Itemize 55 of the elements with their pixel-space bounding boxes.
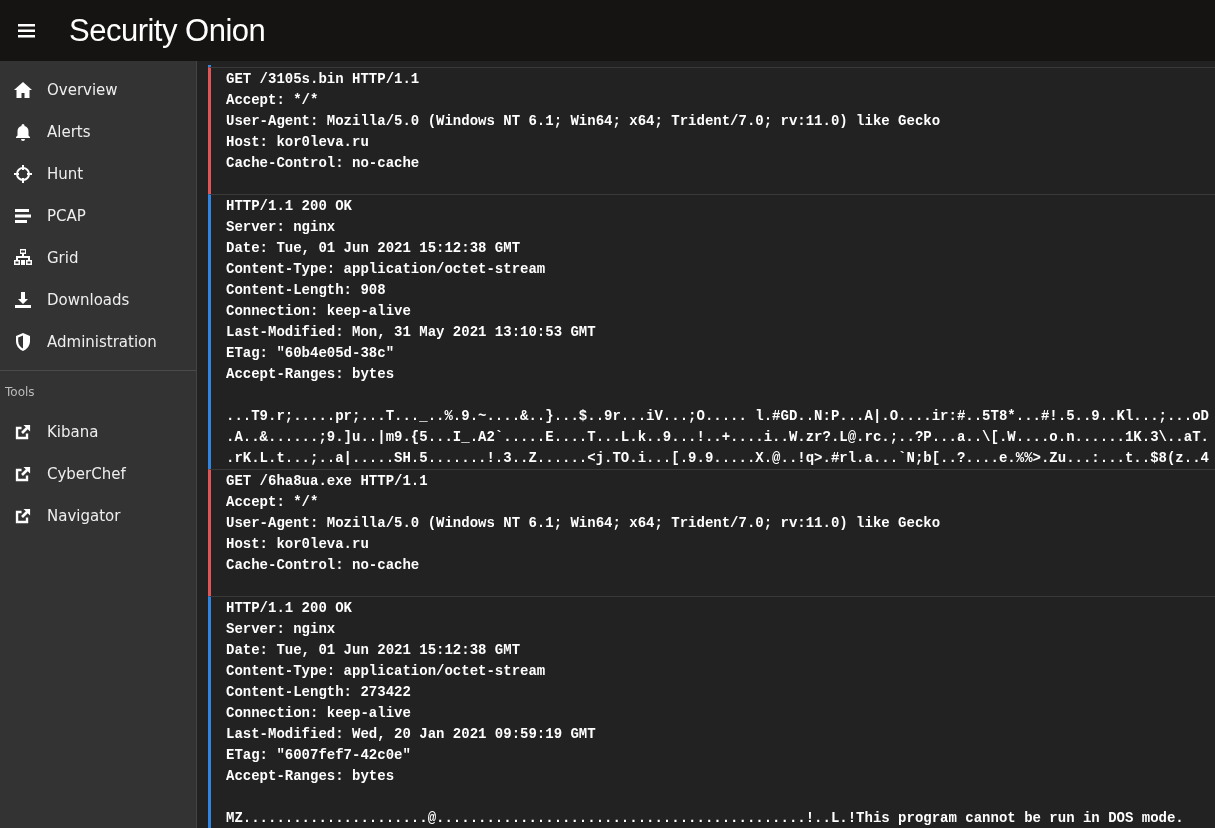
header-line: Accept: */* [226,493,319,512]
payload-line: MZ......................@............................................!..L.!This program cannot be run in DOS mode. [226,809,1184,828]
header-line: HTTP/1.1 200 OK [226,599,353,618]
header-line: Accept-Ranges: bytes [226,767,395,786]
header-line: GET /3105s.bin HTTP/1.1 [226,70,420,89]
header-line: Server: nginx [226,218,336,237]
header-line: Last-Modified: Wed, 20 Jan 2021 09:59:19 GMT [226,725,596,744]
nav-item[interactable]: Administration [0,321,196,363]
shield-icon [13,332,33,352]
crosshair-icon [13,164,33,184]
header-line: User-Agent: Mozilla/5.0 (Windows NT 6.1; Win64; x64; Trident/7.0; rv:11.0) like Gecko [226,112,941,131]
nav-item[interactable]: Overview [0,69,196,111]
header-line: Connection: keep-alive [226,302,411,321]
home-icon [13,80,33,100]
header-line: Connection: keep-alive [226,704,411,723]
lines-icon [13,206,33,226]
payload-line: .A..&......;9.]u..|m9.{5...I_.A2`.....E....T...L.k..9...!..+....i..W.zr?.L@.rc.;..?P...a..\[.W....o.n......1K.3\..aT. [226,428,1209,447]
network-icon [13,248,33,268]
header-line: GET /6ha8ua.exe HTTP/1.1 [226,472,428,491]
payload-line: ...T9.r;.....pr;...T..._..%.9.~....&..}...$..9r...iV...;O..... l.#GD..N:P...A|.O....ir:#..5T8*...#!.5..9..Kl...;...oD [226,407,1209,426]
nav-item[interactable]: Hunt [0,153,196,195]
header-line: ETag: "6007fef7-42c0e" [226,746,411,765]
tool-link[interactable]: CyberChef [0,453,196,495]
header-line: Cache-Control: no-cache [226,556,420,575]
header-line: Cache-Control: no-cache [226,154,420,173]
header-line: ETag: "60b4e05d-38c" [226,344,395,363]
header-line: Content-Type: application/octet-stream [226,260,546,279]
header-line: Host: kor0leva.ru [226,133,369,152]
external-link-icon [13,506,32,526]
header-line: Server: nginx [226,620,336,639]
header-line: Date: Tue, 01 Jun 2021 15:12:38 GMT [226,641,521,660]
header-line: Last-Modified: Mon, 31 May 2021 13:10:53 GMT [226,323,596,342]
download-icon [13,290,33,310]
tool-link[interactable]: Kibana [0,411,196,453]
header-line: Accept-Ranges: bytes [226,365,395,384]
header-line: Content-Type: application/octet-stream [226,662,546,681]
header-line: User-Agent: Mozilla/5.0 (Windows NT 6.1; Win64; x64; Trident/7.0; rv:11.0) like Gecko [226,514,941,533]
header-line: Content-Length: 273422 [226,683,411,702]
section-heading: Tools [4,384,36,401]
app-logo: Security Onion [69,15,266,46]
external-link-icon [13,422,32,442]
header-line: Accept: */* [226,91,319,110]
tool-link[interactable]: Navigator [0,495,196,537]
nav-item[interactable]: Downloads [0,279,196,321]
nav-item[interactable]: Alerts [0,111,196,153]
nav-item[interactable]: Grid [0,237,196,279]
nav-item[interactable]: PCAP [0,195,196,237]
header-line: HTTP/1.1 200 OK [226,197,353,216]
header-line: Content-Length: 908 [226,281,386,300]
menu-icon [17,23,35,38]
payload-line: .rK.L.t...;..a|.....SH.5.......!.3..Z......<j.TO.i...[.9.9.....X.@..!q>.#rl.a...`N;b[..?....e.%%>.Zu...:...t..$8(z..4 [226,449,1209,468]
external-link-icon [13,464,32,484]
header-line: Date: Tue, 01 Jun 2021 15:12:38 GMT [226,239,521,258]
header-line: Host: kor0leva.ru [226,535,369,554]
bell-icon [13,122,33,142]
